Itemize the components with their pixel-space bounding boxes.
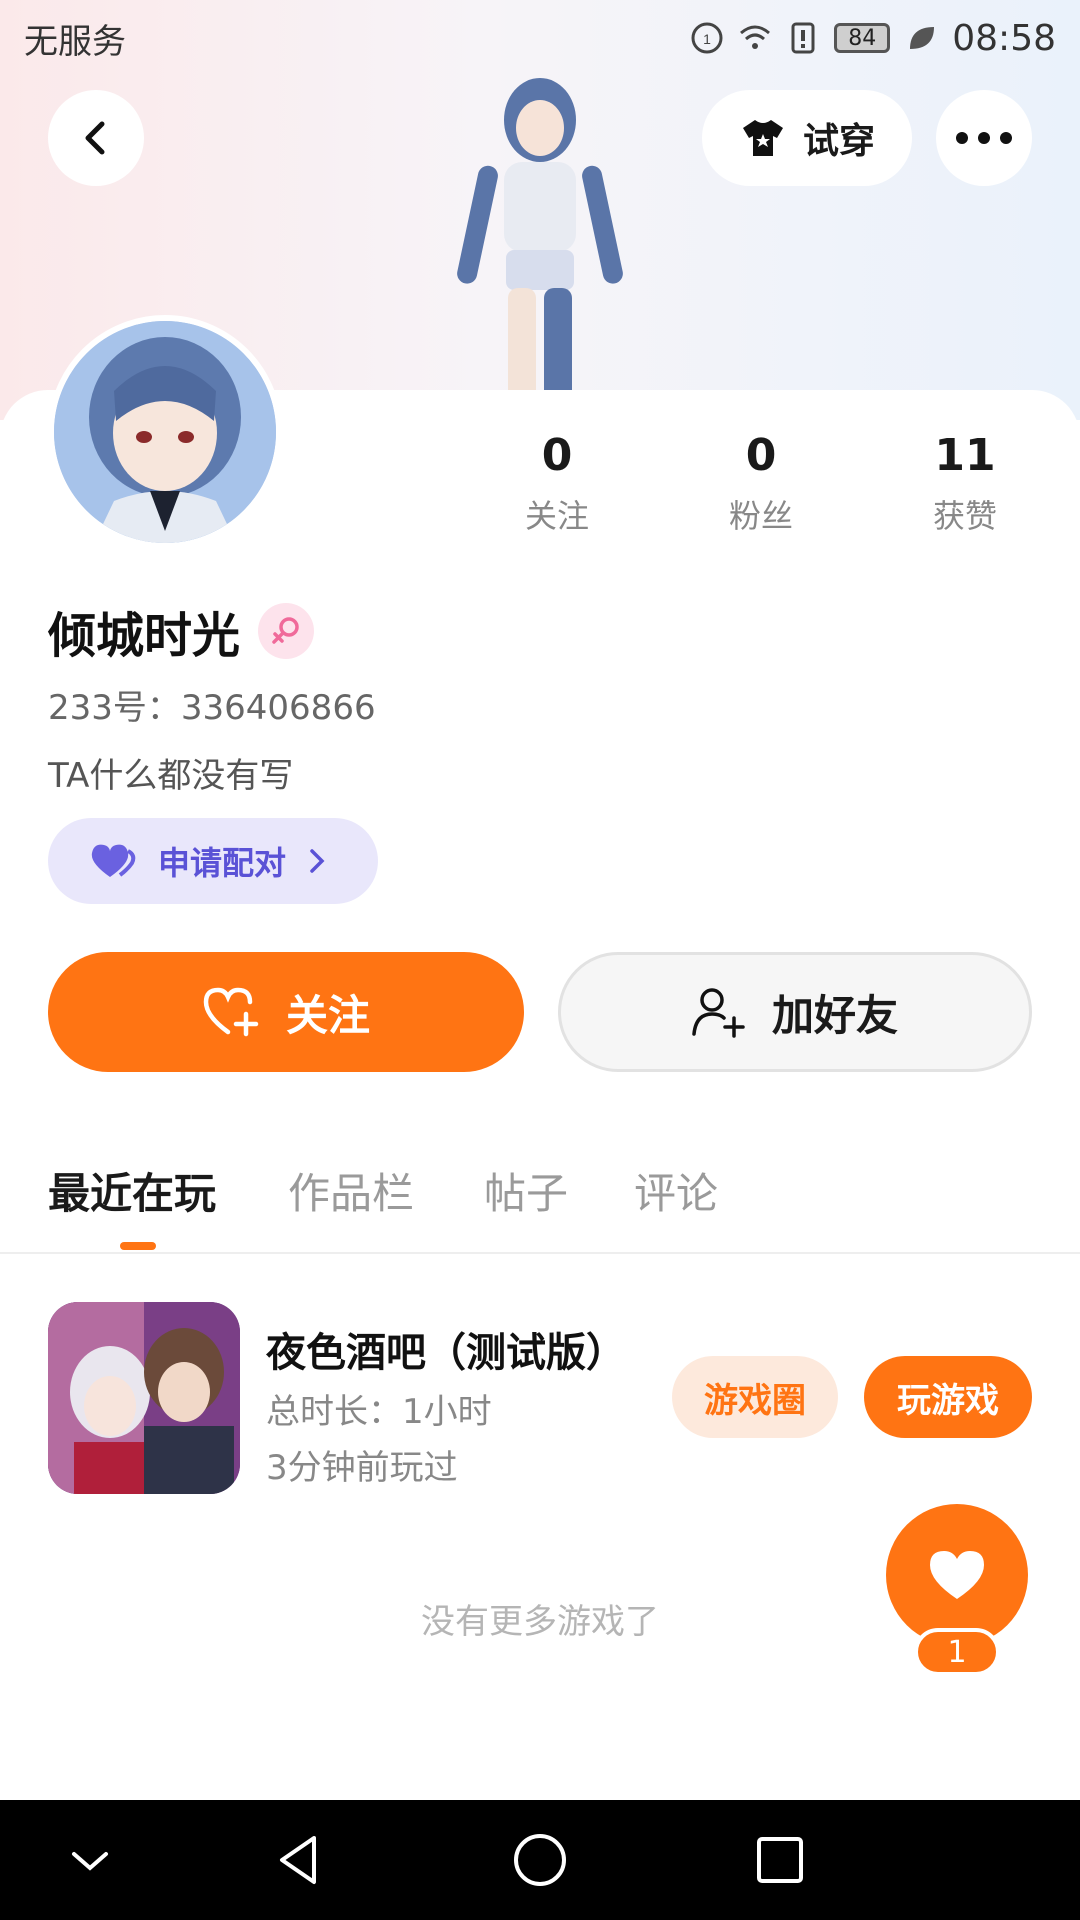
more-icon — [956, 132, 1012, 144]
tab-posts[interactable]: 帖子 — [484, 1160, 568, 1221]
game-total-time: 总时长：1小时 — [266, 1392, 492, 1432]
nav-back-icon[interactable] — [270, 1830, 330, 1890]
stat-label: 粉丝 — [728, 497, 793, 535]
shirt-icon — [742, 120, 783, 156]
tab-recent-play[interactable]: 最近在玩 — [48, 1160, 216, 1221]
follow-label: 关注 — [285, 990, 370, 1040]
female-icon — [272, 617, 299, 644]
stat-value: 11 — [934, 430, 996, 481]
chevron-right-icon — [310, 849, 325, 873]
game-icon-image — [48, 1302, 240, 1494]
add-friend-label: 加好友 — [771, 990, 898, 1040]
heart-pair-icon — [91, 844, 136, 877]
system-nav-bar — [0, 1800, 1080, 1920]
gender-badge — [258, 603, 315, 659]
list-item[interactable]: 夜色酒吧（测试版） 总时长：1小时 3分钟前玩过 游戏圈 玩游戏 — [48, 1302, 1032, 1494]
heart-icon — [930, 1551, 984, 1599]
game-last-played: 3分钟前玩过 — [266, 1448, 458, 1488]
tab-comments[interactable]: 评论 — [634, 1160, 718, 1221]
apply-pairing-button[interactable]: 申请配对 — [48, 818, 378, 904]
wifi-icon — [740, 25, 771, 49]
tab-active-indicator — [120, 1242, 156, 1250]
tab-works[interactable]: 作品栏 — [288, 1160, 414, 1221]
sim-alert-icon — [791, 22, 815, 54]
stat-likes[interactable]: 11 获赞 — [875, 430, 1055, 537]
stat-label: 获赞 — [932, 497, 997, 535]
back-icon — [85, 121, 105, 155]
game-circle-button[interactable]: 游戏圈 — [672, 1356, 838, 1438]
data-saver-icon: 1 — [691, 22, 723, 54]
carrier-text: 无服务 — [24, 21, 126, 62]
avatar-3d-figure — [457, 78, 623, 400]
user-id: 233号：336406866 — [48, 688, 376, 728]
stat-value: 0 — [541, 430, 573, 481]
nickname: 倾城时光 — [48, 608, 241, 664]
stat-value: 0 — [745, 430, 777, 481]
heart-plus-icon — [203, 987, 259, 1037]
battery-indicator: 84 — [834, 23, 891, 53]
profile-tabs: 最近在玩 作品栏 帖子 评论 — [0, 1150, 1080, 1254]
more-button[interactable] — [936, 90, 1032, 186]
nav-collapse-icon[interactable] — [60, 1830, 120, 1890]
stat-followers[interactable]: 0 粉丝 — [671, 430, 851, 537]
nickname-row: 倾城时光 — [48, 596, 315, 666]
apply-pairing-label: 申请配对 — [158, 844, 287, 882]
svg-text:1: 1 — [703, 31, 711, 47]
like-count-badge: 1 — [914, 1628, 1000, 1676]
stat-following[interactable]: 0 关注 — [467, 430, 647, 537]
game-title: 夜色酒吧（测试版） — [266, 1330, 626, 1376]
follow-button[interactable]: 关注 — [48, 952, 524, 1072]
clock: 08:58 — [952, 17, 1056, 59]
add-user-icon — [692, 988, 745, 1038]
nav-home-icon[interactable] — [510, 1830, 570, 1890]
stat-label: 关注 — [524, 497, 589, 535]
leaf-icon — [910, 27, 935, 49]
back-button[interactable] — [48, 90, 144, 186]
try-on-label: 试穿 — [802, 121, 875, 162]
try-on-button[interactable]: 试穿 — [702, 90, 912, 186]
nav-recent-icon[interactable] — [750, 1830, 810, 1890]
profile-stats: 0 关注 0 粉丝 11 获赞 — [0, 430, 1080, 550]
play-game-button[interactable]: 玩游戏 — [864, 1356, 1032, 1438]
bio: TA什么都没有写 — [48, 756, 294, 796]
status-bar: 无服务 1 84 08:58 — [0, 0, 1080, 76]
like-button[interactable] — [886, 1504, 1028, 1646]
add-friend-button[interactable]: 加好友 — [558, 952, 1032, 1072]
